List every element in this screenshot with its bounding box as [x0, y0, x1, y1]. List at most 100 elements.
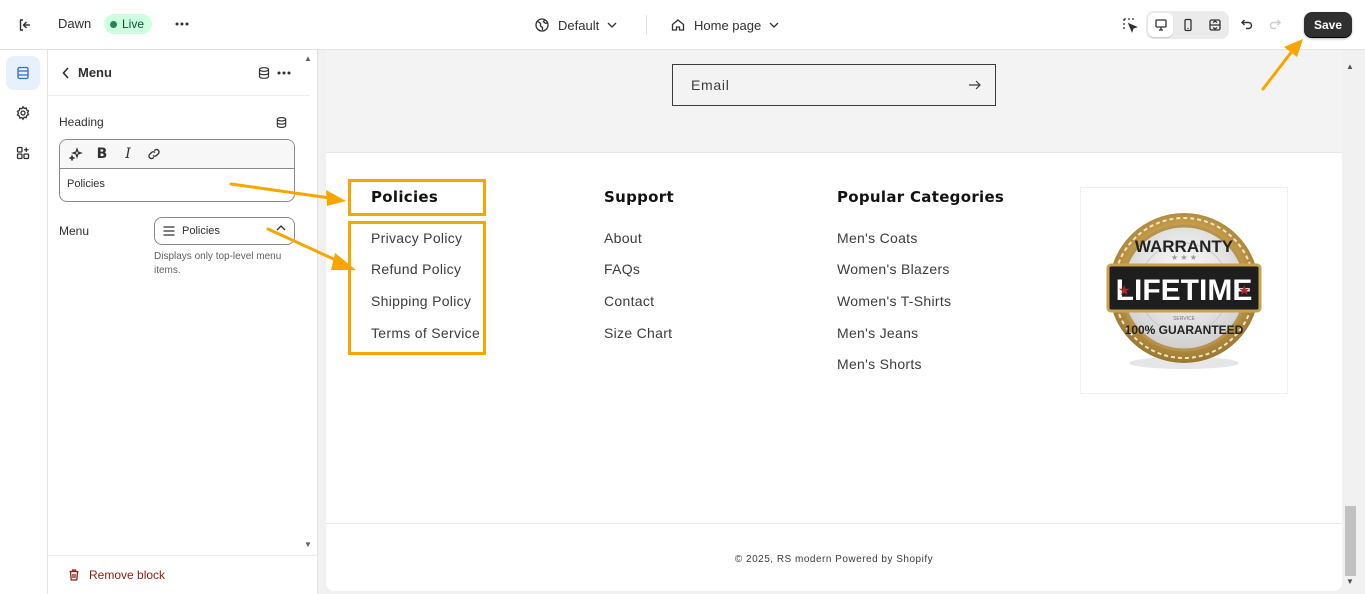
theme-more-button[interactable] — [170, 12, 194, 36]
fullwidth-icon — [1208, 19, 1221, 31]
chevron-down-icon — [607, 22, 617, 28]
connect-dynamic-source-button[interactable] — [254, 63, 274, 83]
home-icon — [671, 19, 685, 31]
footer-link[interactable]: Men's Shorts — [837, 356, 922, 372]
rail-sections-button[interactable] — [6, 56, 40, 90]
heading-dynamic-source-button[interactable] — [272, 113, 290, 131]
panel-scroll-down[interactable]: ▼ — [303, 540, 313, 550]
exit-button[interactable] — [12, 12, 38, 38]
heading-rich-text-editor: B I Policies — [59, 139, 295, 202]
italic-button[interactable]: I — [118, 144, 138, 164]
undo-button[interactable] — [1236, 13, 1258, 35]
live-dot-icon — [110, 20, 117, 28]
preview-scrollbar[interactable]: ▲ ▼ — [1342, 50, 1359, 591]
heading-value[interactable]: Policies — [60, 169, 294, 199]
copyright-text: © 2025, RS modern Powered by Shopify — [734, 554, 934, 565]
svg-text:★ ★ ★: ★ ★ ★ — [1171, 253, 1197, 262]
warranty-badge-image: LIFETIME ★ ★ WARRANTY ★ ★ ★ SERVICE 100%… — [1080, 187, 1288, 394]
panel-scroll-up[interactable]: ▲ — [303, 54, 313, 64]
footer-link[interactable]: Men's Coats — [837, 230, 918, 246]
footer-link[interactable]: Size Chart — [604, 325, 672, 341]
undo-icon — [1241, 19, 1253, 30]
scroll-up-arrow[interactable]: ▲ — [1346, 62, 1354, 71]
svg-text:★: ★ — [1238, 282, 1251, 298]
bold-icon: B — [96, 146, 108, 162]
live-badge-label: Live — [122, 17, 145, 31]
bold-button[interactable]: B — [92, 144, 112, 164]
rail-apps-button[interactable] — [6, 136, 40, 170]
menu-list-icon — [163, 226, 175, 236]
heading-label: Heading — [59, 115, 104, 129]
badge-bottom-text: 100% GUARANTEED — [1125, 323, 1244, 337]
topbar-divider — [646, 15, 647, 35]
back-button[interactable] — [56, 63, 76, 83]
menu-picker-value: Policies — [182, 225, 220, 237]
footer-heading-popular-categories: Popular Categories — [837, 188, 1005, 206]
database-icon — [258, 67, 270, 79]
panel-more-button[interactable] — [274, 63, 294, 83]
menu-label: Menu — [59, 224, 90, 238]
redo-icon — [1269, 19, 1281, 30]
link-button[interactable] — [144, 144, 164, 164]
sparkle-icon — [69, 147, 83, 161]
settings-icon — [16, 105, 30, 121]
more-icon — [175, 22, 189, 26]
remove-block-button[interactable]: Remove block — [48, 555, 318, 594]
italic-icon: I — [125, 146, 131, 162]
sections-icon — [17, 66, 29, 80]
save-button[interactable]: Save — [1304, 12, 1352, 38]
redo-button[interactable] — [1264, 13, 1286, 35]
footer-link[interactable]: Contact — [604, 293, 654, 309]
scroll-down-arrow[interactable]: ▼ — [1346, 577, 1354, 586]
rail-settings-button[interactable] — [6, 96, 40, 130]
database-icon — [276, 116, 286, 128]
inspector-button[interactable] — [1118, 13, 1142, 37]
top-bar: Dawn Live Default Home page Save — [0, 0, 1365, 50]
ai-generate-button[interactable] — [66, 144, 86, 164]
mobile-icon — [1183, 18, 1192, 32]
footer-link[interactable]: FAQs — [604, 261, 640, 277]
block-settings-panel: Menu ▲ Heading B I Policies Menu Policie… — [48, 50, 318, 594]
panel-title: Menu — [78, 65, 112, 80]
preset-selector[interactable]: Default — [534, 14, 617, 36]
lifetime-warranty-seal-icon: LIFETIME ★ ★ WARRANTY ★ ★ ★ SERVICE 100%… — [1106, 213, 1262, 369]
badge-main-text: LIFETIME — [1116, 274, 1253, 307]
exit-icon — [19, 19, 30, 31]
device-toggle-group — [1146, 11, 1229, 39]
footer-heading-support: Support — [604, 188, 674, 206]
rte-toolbar: B I — [60, 140, 294, 169]
globe-icon — [535, 18, 549, 32]
scrollbar-thumb[interactable] — [1345, 506, 1356, 576]
page-label: Home page — [694, 17, 762, 33]
mobile-view-button[interactable] — [1175, 13, 1200, 37]
footer-divider — [326, 523, 1342, 524]
chevron-down-icon — [769, 22, 779, 28]
footer-link[interactable]: Men's Jeans — [837, 325, 918, 341]
desktop-icon — [1154, 19, 1167, 31]
footer-link[interactable]: Women's T-Shirts — [837, 293, 951, 309]
left-rail — [0, 50, 48, 594]
live-badge: Live — [104, 14, 153, 34]
footer-link[interactable]: Women's Blazers — [837, 261, 950, 277]
highlight-heading-box — [348, 179, 486, 216]
newsletter-email-input[interactable]: Email — [672, 64, 996, 106]
menu-picker[interactable]: Policies — [154, 217, 295, 245]
trash-icon — [69, 569, 79, 581]
email-placeholder: Email — [691, 77, 730, 93]
highlight-links-box — [348, 221, 486, 355]
page-selector[interactable]: Home page — [670, 14, 779, 36]
back-icon — [62, 67, 69, 79]
arrow-right-icon[interactable] — [967, 77, 983, 93]
badge-small-text: SERVICE — [1173, 316, 1196, 322]
apps-icon — [16, 146, 30, 160]
fullwidth-view-button[interactable] — [1202, 13, 1227, 37]
footer-link[interactable]: About — [604, 230, 642, 246]
preset-label: Default — [558, 17, 600, 33]
desktop-view-button[interactable] — [1148, 13, 1173, 37]
svg-text:★: ★ — [1118, 282, 1131, 298]
panel-header: Menu — [48, 50, 310, 96]
menu-help-text: Displays only top-level menu items. — [154, 251, 282, 276]
more-icon — [277, 71, 291, 75]
inspector-icon — [1123, 18, 1138, 33]
remove-block-label: Remove block — [89, 568, 166, 582]
